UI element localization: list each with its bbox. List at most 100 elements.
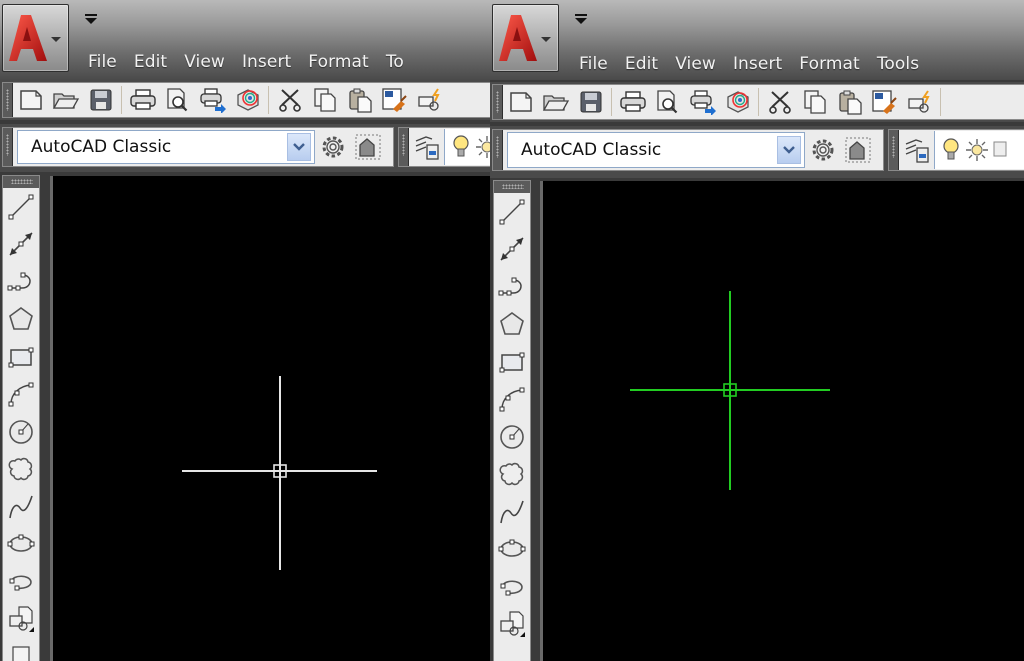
menu-edit[interactable]: Edit — [134, 52, 184, 72]
floppy-disk-icon — [580, 91, 601, 113]
chevron-down-icon[interactable] — [777, 136, 801, 164]
open-button[interactable] — [48, 83, 83, 117]
workspace-settings-button[interactable] — [805, 133, 840, 167]
cut-button[interactable] — [762, 85, 797, 119]
circle-button[interactable] — [494, 418, 530, 456]
spline-button[interactable] — [3, 488, 39, 526]
arc-button[interactable] — [3, 376, 39, 414]
toolbar-grip[interactable] — [3, 128, 13, 166]
workspace-settings-button[interactable] — [315, 130, 350, 164]
toolbar-grip[interactable] — [494, 181, 530, 193]
layer-properties-button[interactable] — [899, 133, 934, 167]
line-button[interactable] — [494, 193, 530, 231]
construction-line-button[interactable] — [3, 226, 39, 264]
rectangle-button[interactable] — [494, 343, 530, 381]
new-button[interactable] — [13, 83, 48, 117]
clean-screen-button[interactable] — [350, 130, 385, 164]
menu-insert[interactable]: Insert — [242, 52, 308, 72]
paste-button[interactable] — [832, 85, 867, 119]
insert-block-button[interactable] — [494, 606, 530, 644]
3d-dwf-icon — [726, 91, 749, 113]
insert-block-button[interactable] — [3, 601, 39, 639]
plot-button[interactable] — [125, 83, 160, 117]
cut-button[interactable] — [272, 83, 307, 117]
printer-icon — [129, 89, 156, 110]
layer-combo[interactable] — [444, 129, 490, 165]
toolbar-grip[interactable] — [493, 130, 503, 170]
line-button[interactable] — [3, 188, 39, 226]
workspace-select[interactable]: AutoCAD Classic — [507, 132, 805, 168]
layer-properties-button[interactable] — [409, 130, 444, 164]
application-menu-button[interactable] — [2, 4, 69, 72]
revision-cloud-button[interactable] — [494, 456, 530, 494]
arc-button[interactable] — [494, 381, 530, 419]
polygon-button[interactable] — [3, 301, 39, 339]
lightbulb-icon — [453, 135, 469, 157]
block-editor-button[interactable] — [412, 83, 447, 117]
toolbar-grip[interactable] — [889, 130, 899, 170]
copy-button[interactable] — [797, 85, 832, 119]
publish-button[interactable] — [195, 83, 230, 117]
ellipse-arc-button[interactable] — [494, 568, 530, 606]
construction-line-button[interactable] — [494, 231, 530, 269]
match-properties-button[interactable] — [867, 85, 902, 119]
ellipse-button[interactable] — [494, 531, 530, 569]
new-button[interactable] — [503, 85, 538, 119]
plot-button[interactable] — [615, 85, 650, 119]
menu-format[interactable]: Format — [799, 54, 877, 74]
ellipse-button[interactable] — [3, 526, 39, 564]
copy-button[interactable] — [307, 83, 342, 117]
3d-dwf-button[interactable] — [230, 83, 265, 117]
menu-view[interactable]: View — [675, 54, 733, 74]
match-properties-button[interactable] — [377, 83, 412, 117]
drawing-canvas[interactable] — [50, 176, 490, 661]
spline-button[interactable] — [494, 493, 530, 531]
polygon-button[interactable] — [494, 306, 530, 344]
make-block-button[interactable] — [3, 638, 39, 661]
menu-insert[interactable]: Insert — [733, 54, 799, 74]
quick-access-dropdown[interactable] — [575, 14, 587, 26]
circle-button[interactable] — [3, 413, 39, 451]
paste-button[interactable] — [342, 83, 377, 117]
workspace-select[interactable]: AutoCAD Classic — [17, 130, 315, 164]
ellipse-arc-button[interactable] — [3, 563, 39, 601]
plot-preview-button[interactable] — [160, 83, 195, 117]
save-button[interactable] — [573, 85, 608, 119]
rectangle-button[interactable] — [3, 338, 39, 376]
menu-file[interactable]: File — [88, 52, 134, 72]
publish-button[interactable] — [685, 85, 720, 119]
menu-tools[interactable]: Tools — [877, 54, 936, 74]
block-editor-button[interactable] — [902, 85, 937, 119]
drawing-canvas[interactable] — [540, 181, 1024, 661]
toolbar-grip[interactable] — [399, 128, 409, 166]
construction-line-icon — [500, 237, 524, 261]
open-button[interactable] — [538, 85, 573, 119]
match-properties-icon — [871, 90, 897, 114]
rectangle-icon — [8, 347, 34, 368]
plot-preview-button[interactable] — [650, 85, 685, 119]
polyline-button[interactable] — [3, 263, 39, 301]
revision-cloud-button[interactable] — [3, 451, 39, 489]
toolbar-grip[interactable] — [3, 176, 39, 188]
menu-format[interactable]: Format — [308, 52, 386, 72]
chevron-down-icon[interactable] — [287, 133, 311, 161]
polyline-button[interactable] — [494, 268, 530, 306]
menu-view[interactable]: View — [184, 52, 242, 72]
autocad-window-right: File Edit View Insert Format Tools AutoC… — [490, 0, 1024, 661]
menu-file[interactable]: File — [579, 54, 625, 74]
menu-tools[interactable]: To — [386, 52, 421, 72]
application-menu-button[interactable] — [492, 4, 559, 72]
ellipse-icon — [7, 534, 35, 553]
layer-combo[interactable] — [934, 131, 1024, 169]
quick-access-dropdown[interactable] — [85, 14, 97, 26]
toolbar-grip[interactable] — [493, 85, 503, 119]
clean-screen-button[interactable] — [840, 133, 875, 167]
lightbulb-icon — [943, 138, 959, 160]
save-button[interactable] — [83, 83, 118, 117]
menu-edit[interactable]: Edit — [625, 54, 675, 74]
3d-dwf-button[interactable] — [720, 85, 755, 119]
pentagon-icon — [500, 312, 524, 336]
gear-icon — [812, 139, 833, 161]
toolbar-grip[interactable] — [3, 83, 13, 117]
clean-screen-icon — [845, 137, 870, 163]
